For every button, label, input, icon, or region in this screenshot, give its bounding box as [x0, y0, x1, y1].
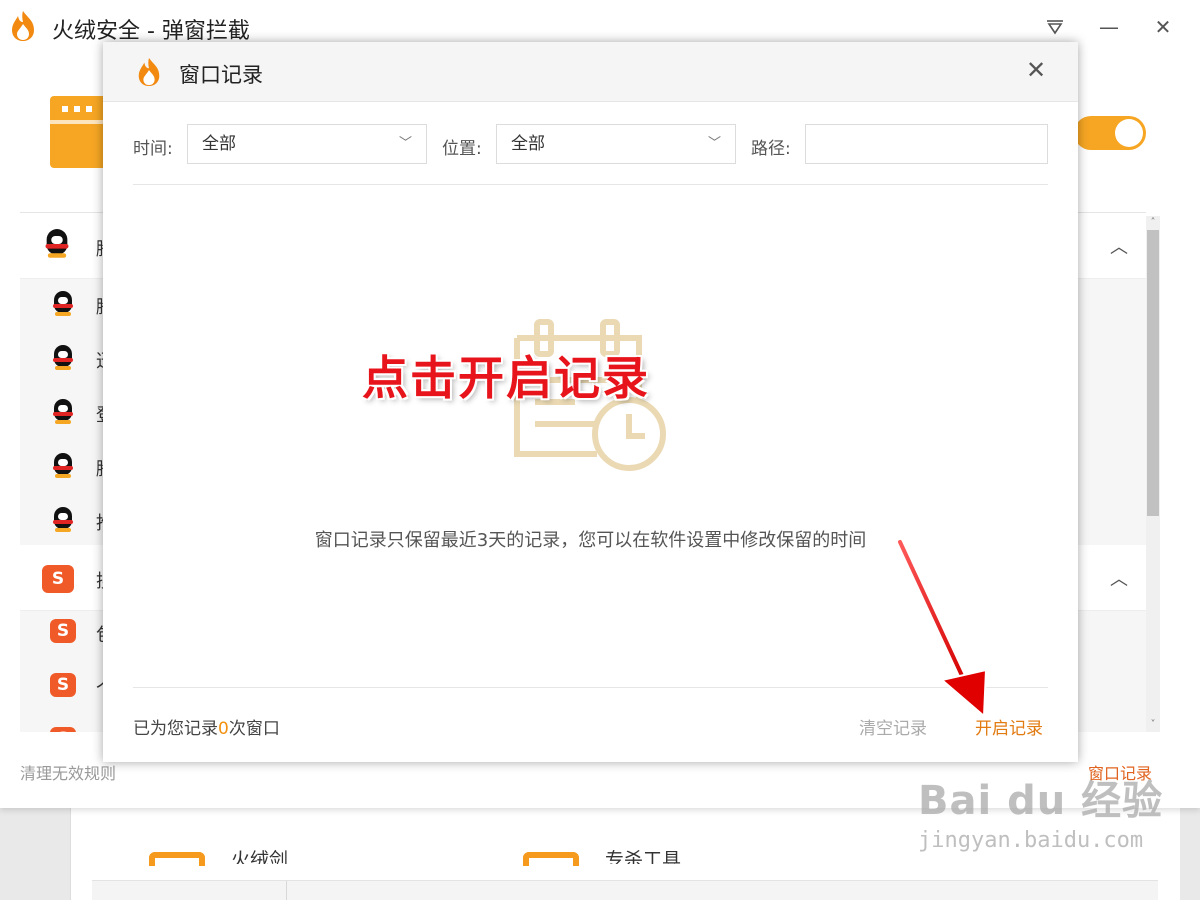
sogou-icon: S: [50, 619, 76, 643]
record-count-text: 已为您记录0次窗口: [133, 714, 280, 739]
chevron-up-icon[interactable]: ︿: [1110, 233, 1128, 259]
triangle-down-icon: [1047, 20, 1063, 35]
dialog-title: 窗口记录: [179, 63, 263, 87]
shield-icon: [149, 852, 205, 866]
close-button[interactable]: ✕: [1150, 14, 1176, 40]
record-count-prefix: 已为您记录: [133, 719, 218, 739]
list-scrollbar[interactable]: ˄ ˅: [1146, 216, 1160, 732]
watermark-main: Bai du 经验: [918, 778, 1164, 824]
bg-item-huorongjian[interactable]: 火绒剑: [149, 846, 288, 866]
time-filter-select[interactable]: 全部 ﹀: [187, 124, 427, 164]
qq-penguin-icon: [52, 507, 74, 533]
minimize-button[interactable]: —: [1096, 14, 1122, 40]
popup-block-toggle[interactable]: [1074, 116, 1146, 150]
huorong-logo-icon: [138, 58, 160, 86]
bg-item-zhuansha[interactable]: 专杀工具: [523, 846, 681, 866]
menu-button[interactable]: [1042, 14, 1068, 40]
chevron-up-icon[interactable]: ︿: [1110, 565, 1128, 591]
scroll-up-icon[interactable]: ˄: [1146, 216, 1160, 230]
huorong-logo-icon: [12, 11, 34, 41]
qq-penguin-icon: [52, 399, 74, 425]
dialog-close-button[interactable]: ✕: [1023, 57, 1049, 83]
position-filter-select[interactable]: 全部 ﹀: [496, 124, 736, 164]
baidu-watermark: Bai du 经验 jingyan.baidu.com: [918, 768, 1163, 853]
sogou-icon: S: [50, 727, 76, 732]
close-icon: ✕: [1154, 15, 1172, 39]
position-filter-value: 全部: [511, 134, 545, 154]
chevron-down-icon: ﹀: [398, 136, 412, 151]
bg-item-label: 火绒剑: [231, 850, 289, 864]
scroll-down-icon[interactable]: ˅: [1146, 718, 1160, 732]
bg-item-label: 专杀工具: [605, 850, 682, 864]
sogou-icon: S: [50, 673, 76, 697]
popup-block-hero-icon: [50, 96, 108, 168]
window-title: 火绒安全 - 弹窗拦截: [52, 19, 250, 44]
watermark-sub: jingyan.baidu.com: [918, 828, 1144, 853]
divider: [133, 184, 1048, 185]
path-filter-input[interactable]: [805, 124, 1048, 164]
annotation-arrow-icon: [896, 538, 988, 719]
minimize-icon: —: [1099, 15, 1119, 39]
qq-penguin-icon: [52, 453, 74, 479]
clear-invalid-rules-link[interactable]: 清理无效规则: [20, 760, 116, 784]
record-count-number: 0: [218, 719, 229, 739]
record-count-suffix: 次窗口: [228, 719, 280, 739]
qq-penguin-icon: [52, 345, 74, 371]
time-filter-value: 全部: [202, 134, 236, 154]
path-filter-label: 路径:: [751, 139, 791, 159]
time-filter-label: 时间:: [133, 139, 173, 159]
chevron-down-icon: ﹀: [707, 136, 721, 151]
background-strip: [92, 880, 1158, 900]
sogou-icon: S: [42, 565, 74, 593]
dialog-header: 窗口记录 ✕: [103, 42, 1078, 102]
qq-penguin-icon: [52, 291, 74, 317]
close-icon: ✕: [1025, 56, 1047, 84]
shield-icon: [523, 852, 579, 866]
scroll-thumb[interactable]: [1147, 230, 1159, 516]
annotation-label: 点击开启记录: [362, 351, 650, 405]
position-filter-label: 位置:: [442, 139, 482, 159]
qq-penguin-icon: [44, 229, 69, 259]
